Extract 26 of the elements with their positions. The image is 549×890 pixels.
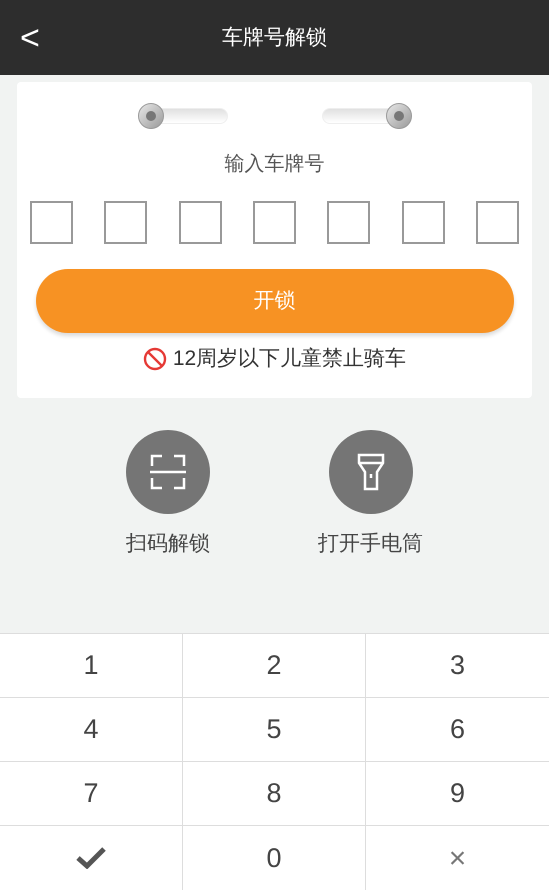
age-warning: 12周岁以下儿童禁止骑车 [172, 346, 406, 372]
plate-char-field[interactable] [327, 201, 370, 244]
digit-key[interactable]: 4 [0, 698, 183, 762]
digit-key[interactable]: 6 [366, 698, 549, 762]
prompt-label: 输入车牌号 [224, 152, 324, 177]
prohibited-icon [142, 346, 167, 371]
digit-key[interactable]: 0 [183, 826, 366, 890]
digit-key[interactable]: 8 [183, 762, 366, 826]
checkmark-icon [76, 847, 106, 869]
plate-char-field[interactable] [104, 201, 148, 244]
delete-key[interactable]: × [366, 826, 549, 890]
digit-key[interactable]: 7 [0, 762, 183, 826]
digit-key[interactable]: 9 [366, 762, 549, 826]
plate-char-field[interactable] [30, 201, 73, 244]
back-button[interactable]: < [16, 20, 44, 54]
scan-icon [148, 452, 188, 492]
plate-char-field[interactable] [476, 201, 519, 244]
digit-key[interactable]: 1 [0, 634, 183, 698]
plate-char-field[interactable] [178, 201, 222, 244]
page-title: 车牌号解锁 [222, 24, 327, 51]
digit-key[interactable]: 3 [366, 634, 549, 698]
digit-key[interactable]: 5 [183, 698, 366, 762]
digit-key[interactable]: 2 [183, 634, 366, 698]
plate-char-field[interactable] [402, 201, 445, 244]
flashlight-icon [356, 452, 386, 492]
plate-char-field[interactable] [252, 201, 296, 244]
